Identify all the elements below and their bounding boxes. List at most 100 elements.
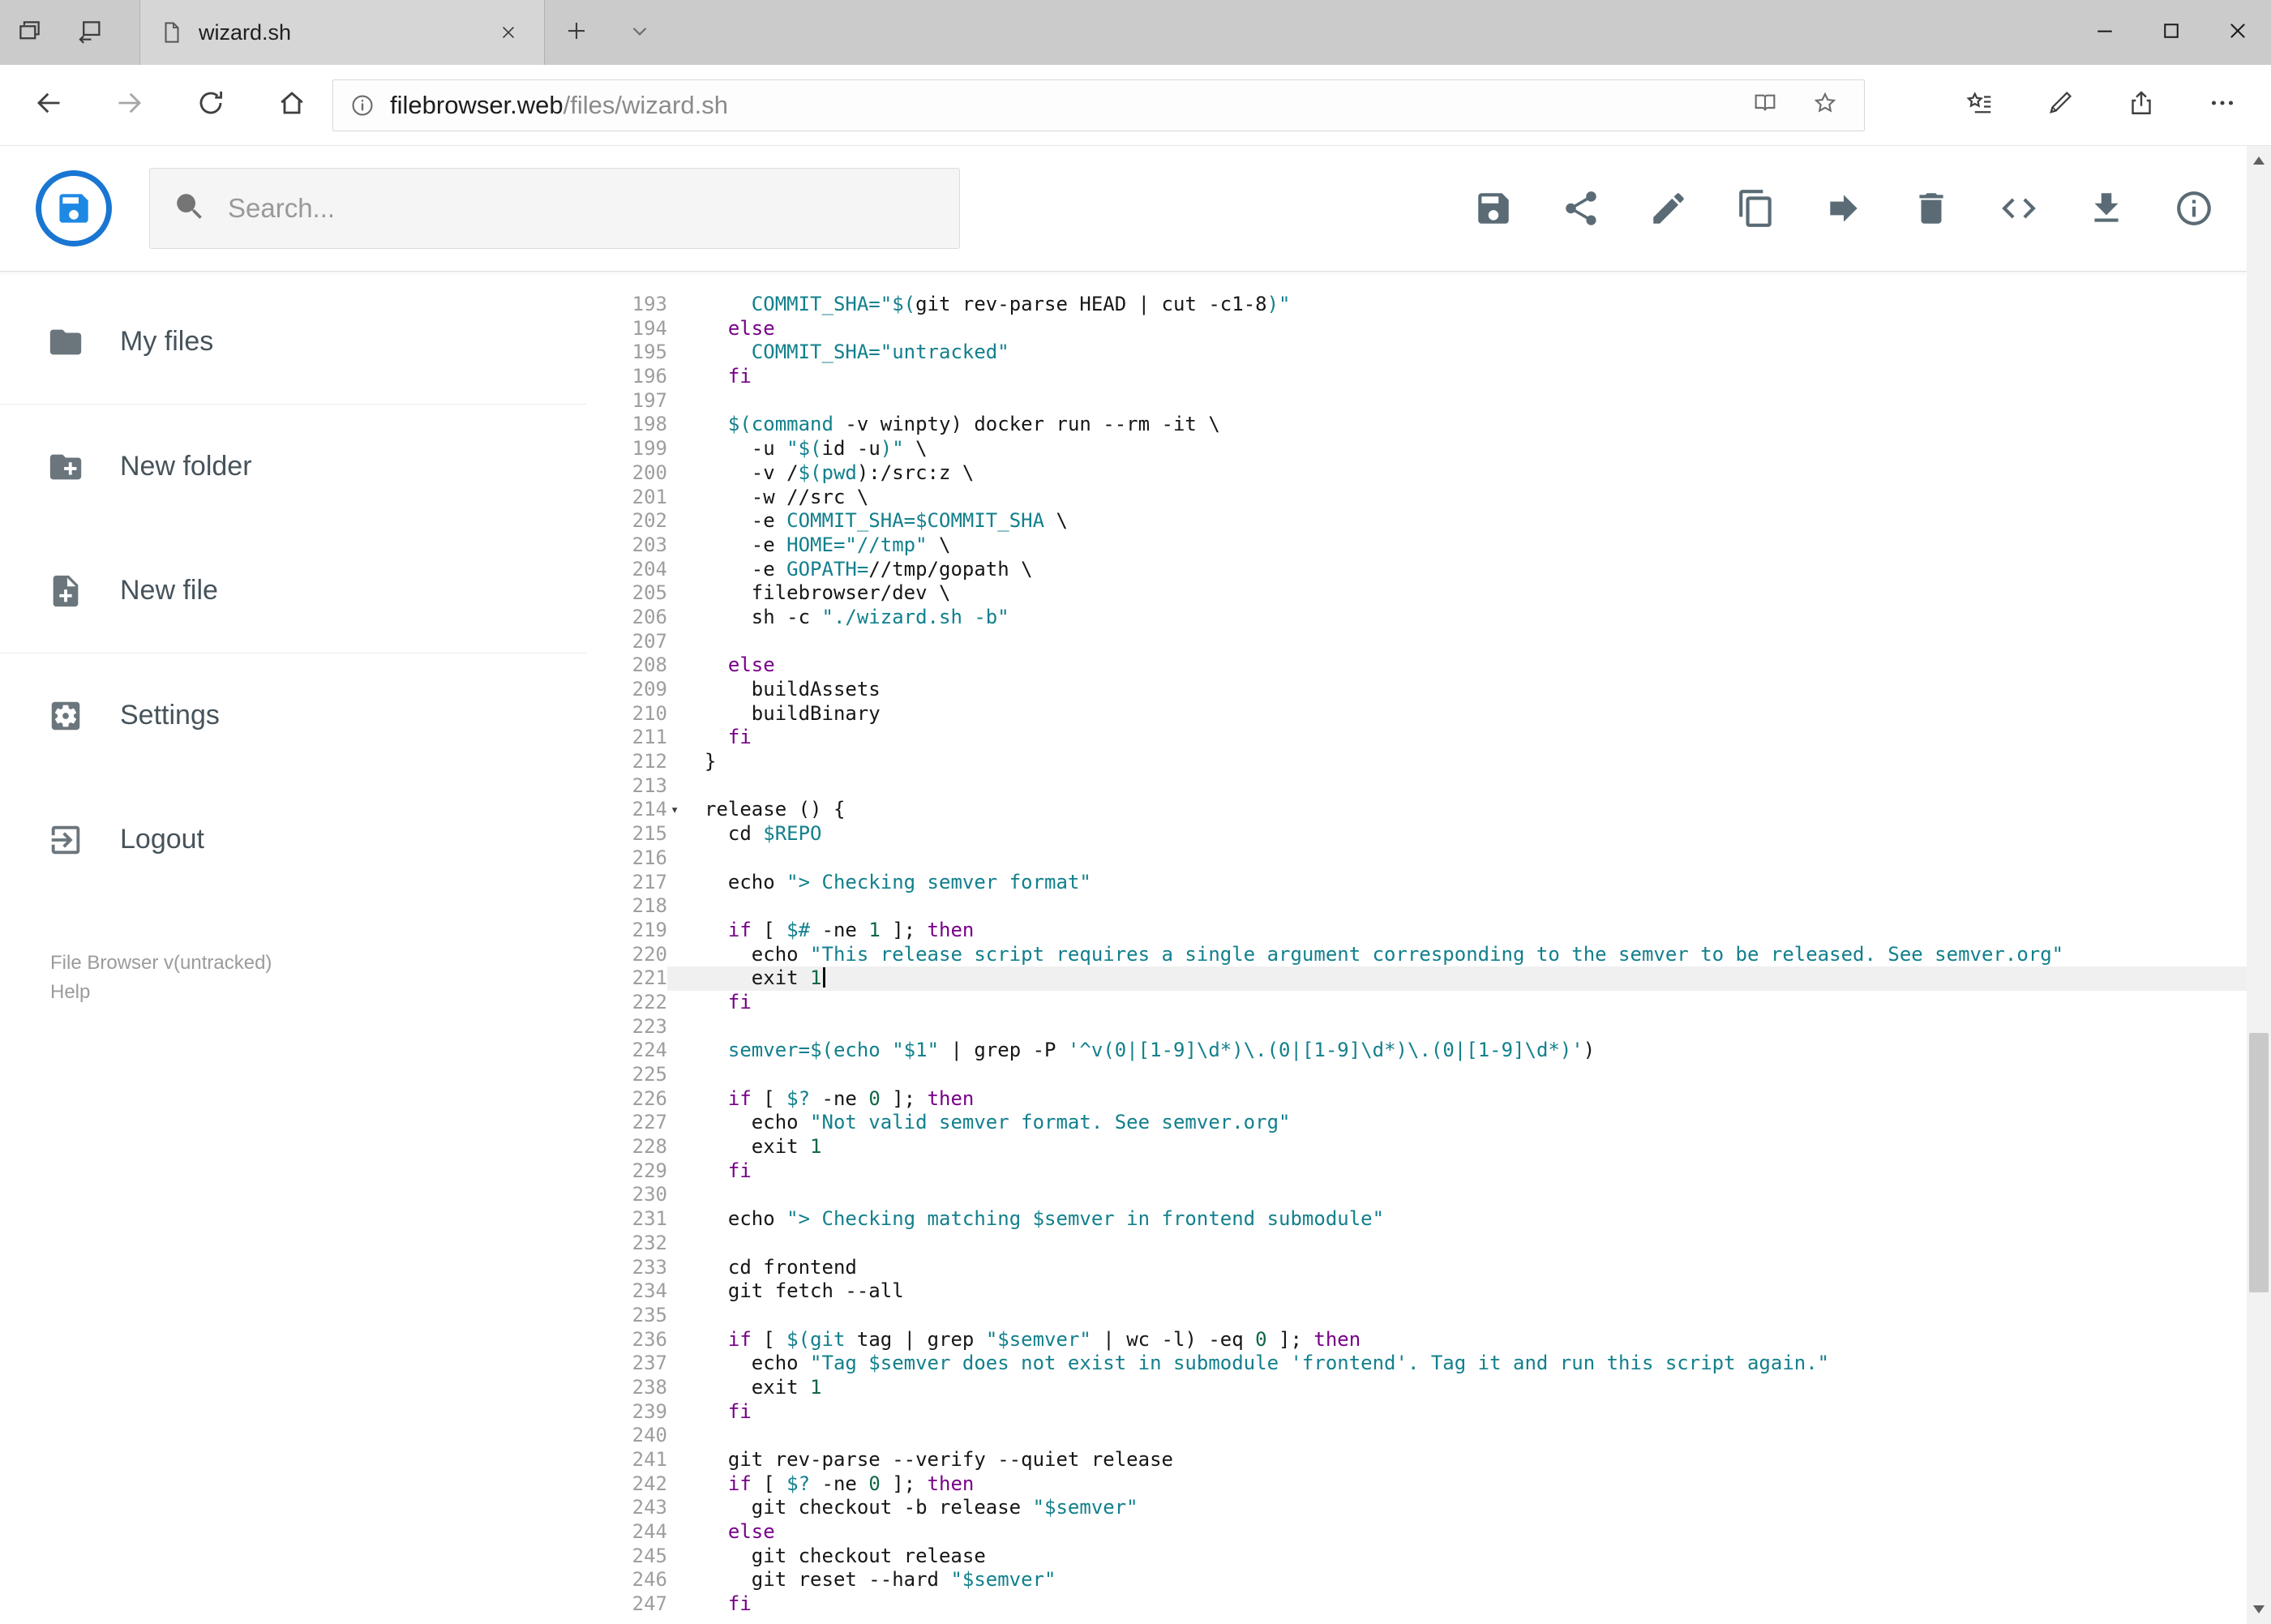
save-button[interactable] (1473, 188, 1514, 229)
address-bar[interactable]: filebrowser.web/files/wizard.sh (332, 79, 1865, 131)
code-line[interactable]: 222 fi (586, 991, 2271, 1015)
more-button[interactable] (2182, 65, 2263, 146)
search-bar[interactable] (149, 168, 960, 249)
fold-marker-icon[interactable]: ▾ (671, 799, 679, 823)
tab-close-button[interactable] (492, 16, 525, 49)
refresh-button[interactable] (170, 65, 251, 146)
scroll-down-button[interactable] (2253, 1605, 2265, 1613)
code-line[interactable]: 201 -w //src \ (586, 486, 2271, 510)
code-line[interactable]: 214 ▾ release () { (586, 798, 2271, 822)
code-line[interactable]: 198 $(command -v winpty) docker run --rm… (586, 413, 2271, 437)
sidebar-item-my-files[interactable]: My files (0, 280, 586, 404)
code-line[interactable]: 205 filebrowser/dev \ (586, 581, 2271, 606)
code-line[interactable]: 221 exit 1 (586, 966, 2271, 991)
tabs-aside-list-button[interactable] (0, 0, 60, 65)
code-line[interactable]: 238 exit 1 (586, 1376, 2271, 1400)
code-line[interactable]: 247 fi (586, 1592, 2271, 1617)
sidebar-item-logout[interactable]: Logout (0, 778, 586, 902)
scrollbar-track[interactable] (2247, 146, 2271, 1624)
close-button[interactable] (2205, 0, 2271, 65)
code-line[interactable]: 208 else (586, 653, 2271, 678)
code-line[interactable]: 206 sh -c "./wizard.sh -b" (586, 606, 2271, 630)
web-note-button[interactable] (2020, 65, 2101, 146)
code-line[interactable]: 212} (586, 750, 2271, 774)
code-line[interactable]: 200 -v /$(pwd):/src:z \ (586, 461, 2271, 486)
code-line[interactable]: 194 else (586, 317, 2271, 341)
code-line[interactable]: 197 (586, 389, 2271, 413)
code-line[interactable]: 237 echo "Tag $semver does not exist in … (586, 1352, 2271, 1376)
browser-share-button[interactable] (2101, 65, 2182, 146)
filebrowser-logo[interactable] (34, 169, 114, 248)
code-line[interactable]: 196 fi (586, 365, 2271, 389)
code-line[interactable]: 244 else (586, 1520, 2271, 1545)
code-line[interactable]: 234 git fetch --all (586, 1279, 2271, 1304)
home-button[interactable] (251, 65, 332, 146)
help-link[interactable]: Help (50, 978, 90, 1007)
rename-button[interactable] (1648, 188, 1689, 229)
code-line[interactable]: 223 (586, 1015, 2271, 1039)
maximize-button[interactable] (2138, 0, 2205, 65)
scrollbar-thumb[interactable] (2249, 1032, 2269, 1292)
code-line[interactable]: 241 git rev-parse --verify --quiet relea… (586, 1448, 2271, 1472)
back-button[interactable] (8, 65, 89, 146)
code-line[interactable]: 232 (586, 1232, 2271, 1256)
code-line[interactable]: 215 cd $REPO (586, 822, 2271, 846)
code-line[interactable]: 211 fi (586, 726, 2271, 750)
info-button[interactable] (2174, 188, 2214, 229)
code-line[interactable]: 246 git reset --hard "$semver" (586, 1568, 2271, 1592)
sidebar-item-settings[interactable]: Settings (0, 653, 586, 778)
reading-view-button[interactable] (1742, 83, 1788, 128)
code-line[interactable]: 220 echo "This release script requires a… (586, 943, 2271, 967)
code-editor[interactable]: 193 COMMIT_SHA="$(git rev-parse HEAD | c… (586, 272, 2271, 1624)
code-line[interactable]: 218 (586, 894, 2271, 919)
set-tabs-aside-button[interactable] (60, 0, 120, 65)
code-line[interactable]: 225 (586, 1063, 2271, 1087)
code-line[interactable]: 227 echo "Not valid semver format. See s… (586, 1111, 2271, 1135)
code-line[interactable]: 204 -e GOPATH=//tmp/gopath \ (586, 558, 2271, 582)
hub-button[interactable] (1939, 65, 2020, 146)
code-line[interactable]: 226 if [ $? -ne 0 ]; then (586, 1087, 2271, 1112)
new-tab-button[interactable] (545, 0, 608, 65)
code-line[interactable]: 243 git checkout -b release "$semver" (586, 1496, 2271, 1520)
sidebar-item-new-folder[interactable]: New folder (0, 405, 586, 529)
browser-tab[interactable]: wizard.sh (139, 0, 545, 65)
code-line[interactable]: 228 exit 1 (586, 1135, 2271, 1159)
scroll-up-button[interactable] (2253, 156, 2265, 165)
code-line[interactable]: 217 echo "> Checking semver format" (586, 871, 2271, 895)
code-line[interactable]: 213 (586, 774, 2271, 799)
code-button[interactable] (1999, 188, 2039, 229)
code-line[interactable]: 202 -e COMMIT_SHA=$COMMIT_SHA \ (586, 509, 2271, 533)
code-line[interactable]: 203 -e HOME="//tmp" \ (586, 533, 2271, 558)
code-line[interactable]: 224 semver=$(echo "$1" | grep -P '^v(0|[… (586, 1039, 2271, 1063)
code-line[interactable]: 193 COMMIT_SHA="$(git rev-parse HEAD | c… (586, 293, 2271, 317)
move-button[interactable] (1823, 188, 1864, 229)
download-button[interactable] (2086, 188, 2127, 229)
delete-button[interactable] (1911, 188, 1952, 229)
search-input[interactable] (228, 193, 936, 224)
code-line[interactable]: 230 (586, 1183, 2271, 1207)
tab-preview-toggle[interactable] (608, 0, 671, 65)
copy-button[interactable] (1736, 188, 1776, 229)
code-line[interactable]: 235 (586, 1304, 2271, 1328)
favorite-button[interactable] (1802, 83, 1848, 128)
code-line[interactable]: 195 COMMIT_SHA="untracked" (586, 341, 2271, 365)
page-info-icon[interactable] (349, 92, 375, 118)
code-line[interactable]: 231 echo "> Checking matching $semver in… (586, 1207, 2271, 1232)
code-line[interactable]: 207 (586, 630, 2271, 654)
share-button[interactable] (1561, 188, 1601, 229)
code-line[interactable]: 236 if [ $(git tag | grep "$semver" | wc… (586, 1328, 2271, 1352)
code-line[interactable]: 216 (586, 846, 2271, 871)
forward-button[interactable] (89, 65, 170, 146)
minimize-button[interactable] (2072, 0, 2138, 65)
code-line[interactable]: 242 if [ $? -ne 0 ]; then (586, 1472, 2271, 1497)
code-line[interactable]: 219 if [ $# -ne 1 ]; then (586, 919, 2271, 943)
code-line[interactable]: 209 buildAssets (586, 678, 2271, 702)
code-line[interactable]: 233 cd frontend (586, 1256, 2271, 1280)
sidebar-item-new-file[interactable]: New file (0, 529, 586, 653)
code-line[interactable]: 239 fi (586, 1400, 2271, 1425)
code-line[interactable]: 240 (586, 1424, 2271, 1448)
code-line[interactable]: 245 git checkout release (586, 1545, 2271, 1569)
code-line[interactable]: 199 -u "$(id -u)" \ (586, 437, 2271, 461)
code-line[interactable]: 229 fi (586, 1159, 2271, 1184)
code-line[interactable]: 210 buildBinary (586, 702, 2271, 726)
